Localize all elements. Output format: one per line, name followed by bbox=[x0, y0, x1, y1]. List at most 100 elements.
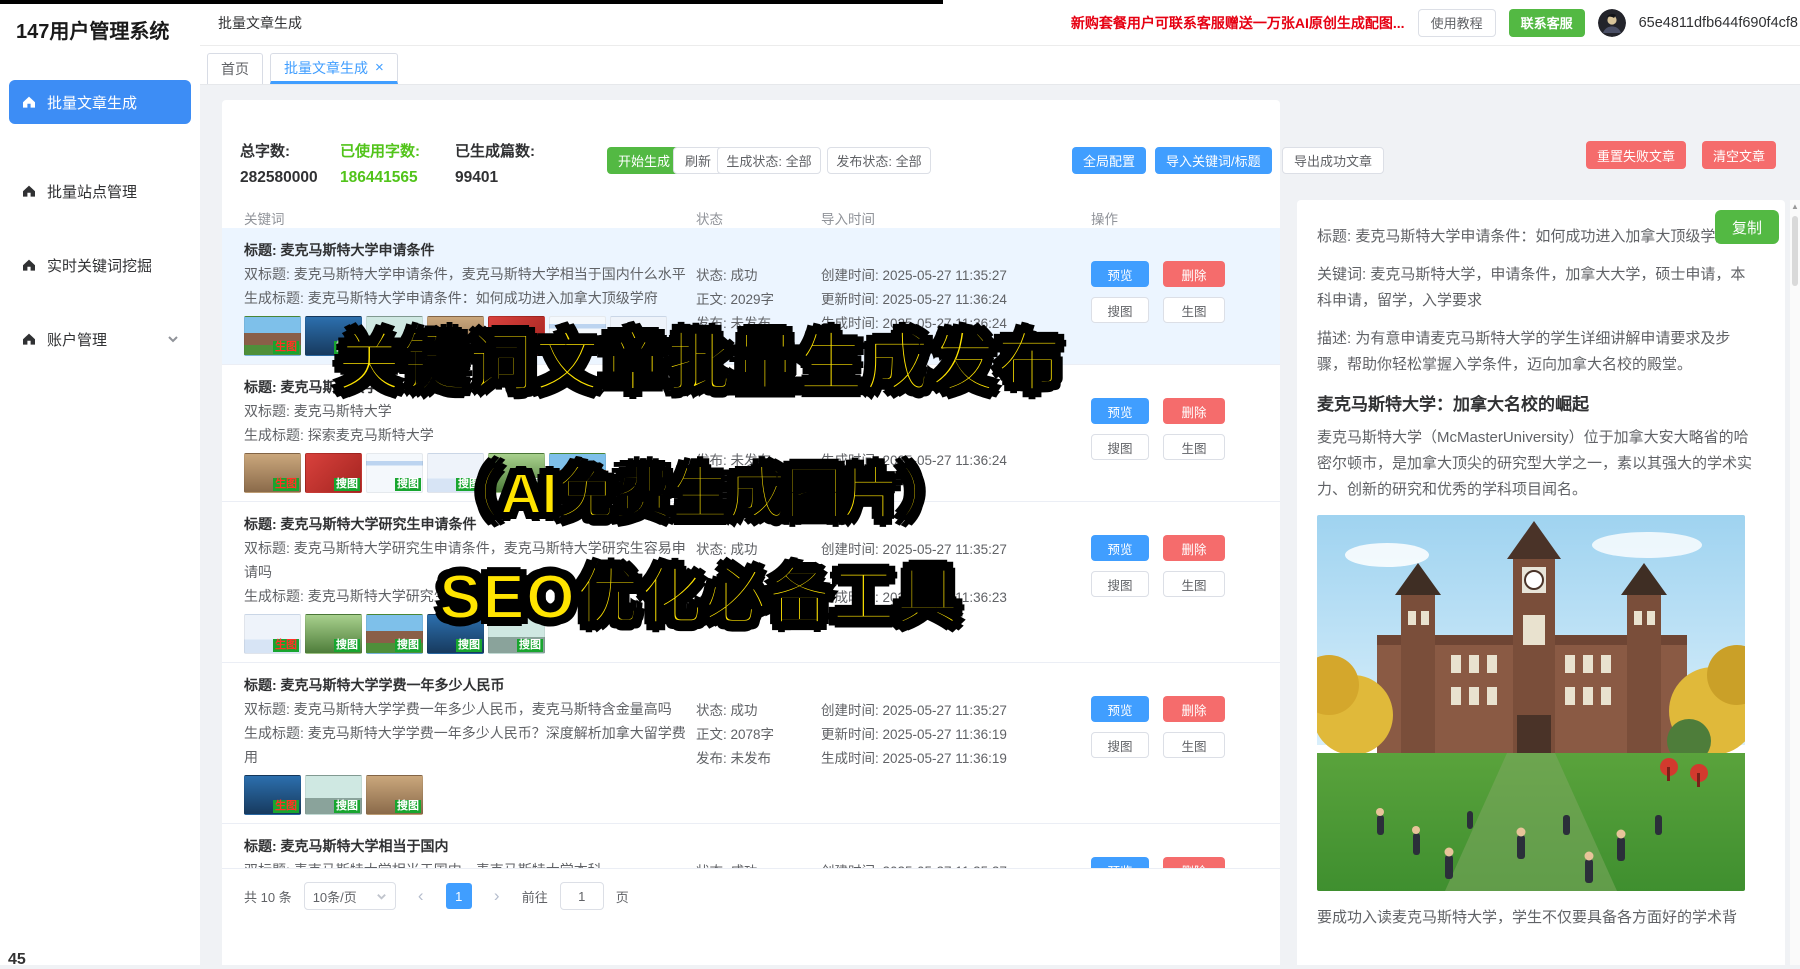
article-list-card: 总字数: 282580000 已使用字数: 186441565 已生成篇数: 9… bbox=[222, 100, 1280, 965]
article-thumbnail[interactable]: 搜图 bbox=[366, 453, 423, 493]
tab-label: 批量文章生成 bbox=[284, 58, 368, 78]
chevron-down-icon bbox=[376, 891, 387, 902]
sidebar-item-batch-article[interactable]: 批量文章生成 bbox=[9, 80, 191, 124]
tutorial-button[interactable]: 使用教程 bbox=[1418, 9, 1496, 37]
publish-status-select[interactable]: 发布状态: 全部 bbox=[827, 147, 931, 174]
copy-button[interactable]: 复制 bbox=[1715, 210, 1779, 244]
start-generate-button[interactable]: 开始生成 bbox=[607, 147, 681, 174]
delete-button[interactable]: 删除 bbox=[1163, 398, 1225, 424]
row-subtitle: 双标题: 麦克马斯特大学研究生申请条件，麦克马斯特大学研究生容易申请吗 bbox=[244, 536, 696, 584]
generation-status-select[interactable]: 生成状态: 全部 bbox=[717, 147, 821, 174]
table-row[interactable]: 标题: 麦克马斯特大学双标题: 麦克马斯特大学生成标题: 探索麦克马斯特大学生图… bbox=[222, 365, 1280, 502]
export-success-button[interactable]: 导出成功文章 bbox=[1282, 147, 1384, 174]
article-thumbnail[interactable]: 搜图 bbox=[488, 453, 545, 493]
stat-total-words: 总字数: 282580000 bbox=[240, 140, 318, 187]
scroll-up-arrow-icon[interactable]: ▲ bbox=[1791, 202, 1799, 211]
stat-generated-count: 已生成篇数: 99401 bbox=[455, 140, 535, 187]
reset-failed-button[interactable]: 重置失败文章 bbox=[1586, 141, 1686, 169]
table-row[interactable]: 标题: 麦克马斯特大学学费一年多少人民币双标题: 麦克马斯特大学学费一年多少人民… bbox=[222, 663, 1280, 824]
preview-button[interactable]: 预览 bbox=[1091, 535, 1149, 561]
article-thumbnail[interactable]: 搜图 bbox=[488, 316, 545, 356]
keyword-cell: 标题: 麦克马斯特大学研究生申请条件双标题: 麦克马斯特大学研究生申请条件，麦克… bbox=[244, 502, 696, 662]
table-row[interactable]: 标题: 麦克马斯特大学研究生申请条件双标题: 麦克马斯特大学研究生申请条件，麦克… bbox=[222, 502, 1280, 663]
status-line: 发布: 未发布 bbox=[696, 312, 821, 336]
prev-page-button[interactable]: ‹ bbox=[408, 883, 434, 909]
article-thumbnail[interactable]: 生图 bbox=[244, 775, 301, 815]
preview-button[interactable]: 预览 bbox=[1091, 261, 1149, 287]
article-thumbnail[interactable]: 搜图 bbox=[488, 614, 545, 654]
close-icon[interactable]: × bbox=[375, 60, 384, 75]
search-image-badge: 搜图 bbox=[517, 639, 543, 652]
status-line bbox=[696, 401, 821, 425]
tab-batch-article[interactable]: 批量文章生成 × bbox=[270, 53, 398, 84]
delete-button[interactable]: 删除 bbox=[1163, 696, 1225, 722]
search-image-button[interactable]: 搜图 bbox=[1091, 297, 1149, 323]
promo-banner[interactable]: 新购套餐用户可联系客服赠送一万张AI原创生成配图... bbox=[1071, 13, 1405, 33]
article-thumbnail[interactable]: 搜图 bbox=[366, 316, 423, 356]
refresh-button[interactable]: 刷新 bbox=[673, 147, 723, 174]
article-thumbnail[interactable]: 搜图 bbox=[366, 775, 423, 815]
preview-button[interactable]: 预览 bbox=[1091, 857, 1149, 868]
article-thumbnail[interactable]: 搜图 bbox=[427, 614, 484, 654]
article-thumbnail[interactable]: 生图 bbox=[244, 614, 301, 654]
keyword-cell: 标题: 麦克马斯特大学相当于国内双标题: 麦克马斯特大学相当于国内，麦克马斯特大… bbox=[244, 824, 696, 868]
time-line bbox=[821, 562, 1091, 586]
scrollbar[interactable]: ▲ bbox=[1790, 200, 1800, 965]
generate-image-button[interactable]: 生图 bbox=[1163, 297, 1225, 323]
row-subtitle: 双标题: 麦克马斯特大学申请条件，麦克马斯特大学相当于国内什么水平 bbox=[244, 262, 696, 286]
avatar[interactable] bbox=[1598, 9, 1626, 37]
table-row[interactable]: 标题: 麦克马斯特大学相当于国内双标题: 麦克马斯特大学相当于国内，麦克马斯特大… bbox=[222, 824, 1280, 868]
scrollbar-thumb[interactable] bbox=[1792, 216, 1798, 286]
video-artifact-text: 45 bbox=[8, 951, 26, 969]
article-thumbnail[interactable]: 搜图 bbox=[549, 453, 606, 493]
contact-support-button[interactable]: 联系客服 bbox=[1509, 9, 1585, 37]
action-buttons: 预览删除搜图生图 bbox=[1091, 398, 1256, 460]
article-thumbnail[interactable]: 生图 bbox=[244, 453, 301, 493]
article-thumbnail[interactable]: 搜图 bbox=[305, 453, 362, 493]
article-thumbnail[interactable]: 搜图 bbox=[549, 316, 606, 356]
search-image-button[interactable]: 搜图 bbox=[1091, 732, 1149, 758]
time-cell: 创建时间: 2025-05-27 11:35:27更新时间: 2025-05-2… bbox=[821, 663, 1091, 823]
search-image-button[interactable]: 搜图 bbox=[1091, 571, 1149, 597]
article-thumbnail[interactable]: 搜图 bbox=[427, 316, 484, 356]
article-thumbnail[interactable]: 搜图 bbox=[305, 775, 362, 815]
sidebar-item-account[interactable]: 账户管理 bbox=[9, 317, 191, 361]
page-number-1[interactable]: 1 bbox=[446, 883, 472, 909]
clear-articles-button[interactable]: 清空文章 bbox=[1702, 141, 1776, 169]
next-page-button[interactable]: › bbox=[484, 883, 510, 909]
row-subtitle: 双标题: 麦克马斯特大学学费一年多少人民币，麦克马斯特含金量高吗 bbox=[244, 697, 696, 721]
article-thumbnail[interactable]: 搜图 bbox=[305, 614, 362, 654]
tab-home[interactable]: 首页 bbox=[207, 53, 263, 84]
preview-button[interactable]: 预览 bbox=[1091, 398, 1149, 424]
article-thumbnail[interactable]: 搜图 bbox=[610, 316, 667, 356]
status-line: 发布: 未发布 bbox=[696, 449, 821, 473]
generate-image-button[interactable]: 生图 bbox=[1163, 732, 1225, 758]
page-size-select[interactable]: 10条/页 bbox=[304, 882, 396, 910]
search-image-button[interactable]: 搜图 bbox=[1091, 434, 1149, 460]
home-icon bbox=[21, 94, 37, 110]
generate-image-badge: 生图 bbox=[273, 341, 299, 354]
global-config-button[interactable]: 全局配置 bbox=[1072, 147, 1146, 174]
delete-button[interactable]: 删除 bbox=[1163, 535, 1225, 561]
sidebar-item-batch-site[interactable]: 批量站点管理 bbox=[9, 169, 191, 213]
generate-image-button[interactable]: 生图 bbox=[1163, 434, 1225, 460]
goto-page-input[interactable] bbox=[560, 882, 604, 910]
table-row[interactable]: 标题: 麦克马斯特大学申请条件双标题: 麦克马斯特大学申请条件，麦克马斯特大学相… bbox=[222, 228, 1280, 365]
column-header-actions: 操作 bbox=[1091, 208, 1256, 228]
time-line: 更新时间: 2025-05-27 11:36:24 bbox=[821, 288, 1091, 312]
article-thumbnail[interactable]: 搜图 bbox=[366, 614, 423, 654]
generate-image-button[interactable]: 生图 bbox=[1163, 571, 1225, 597]
time-line: 生成时间: 2025-05-27 11:36:24 bbox=[821, 312, 1091, 336]
preview-button[interactable]: 预览 bbox=[1091, 696, 1149, 722]
actions-cell: 预览删除搜图生图 bbox=[1091, 663, 1256, 823]
delete-button[interactable]: 删除 bbox=[1163, 857, 1225, 868]
article-thumbnail[interactable]: 搜图 bbox=[427, 453, 484, 493]
article-thumbnail[interactable]: 生图 bbox=[244, 316, 301, 356]
delete-button[interactable]: 删除 bbox=[1163, 261, 1225, 287]
sidebar-item-keyword-mining[interactable]: 实时关键词挖掘 bbox=[9, 243, 191, 287]
import-keywords-button[interactable]: 导入关键词/标题 bbox=[1155, 147, 1272, 174]
article-thumbnail[interactable]: 搜图 bbox=[305, 316, 362, 356]
status-line bbox=[696, 586, 821, 610]
goto-label: 前往 bbox=[522, 887, 548, 906]
app-title: 147用户管理系统 bbox=[0, 0, 200, 54]
